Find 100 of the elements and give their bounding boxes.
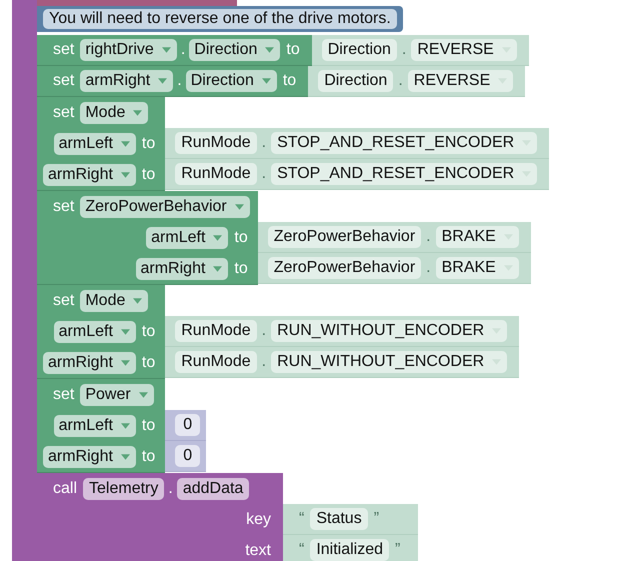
device-dropdown[interactable]: armRight [43, 352, 136, 374]
dot-separator: . [260, 165, 268, 183]
block-keyword: to [140, 354, 156, 372]
enum-value-dropdown[interactable]: RUN_WITHOUT_ENCODER [271, 351, 508, 373]
device-dropdown[interactable]: armRight [80, 70, 174, 92]
enum-value-block[interactable]: RunMode . RUN_WITHOUT_ENCODER [165, 316, 520, 347]
dropdown-arrow-icon [120, 172, 130, 178]
dropdown-arrow-icon [120, 454, 130, 460]
block-keyword: set [52, 386, 76, 404]
class-label: Telemetry [83, 478, 164, 500]
block-keyword: set [52, 104, 76, 122]
block-keyword: call [52, 480, 78, 498]
dropdown-arrow-icon [265, 47, 274, 53]
enum-value-block[interactable]: RunMode . STOP_AND_RESET_ENCODER [165, 128, 550, 159]
number-block[interactable]: 0 [165, 441, 206, 472]
device-dropdown[interactable]: armLeft [54, 414, 136, 436]
dot-separator: . [400, 41, 408, 59]
dropdown-arrow-icon [133, 110, 142, 116]
comment-text[interactable]: You will need to reverse one of the drive motors. [43, 9, 397, 29]
enum-value-dropdown[interactable]: RUN_WITHOUT_ENCODER [271, 320, 508, 342]
block-keyword: set [52, 72, 76, 90]
text-field[interactable]: Status [310, 508, 368, 530]
dropdown-arrow-icon [120, 140, 130, 146]
dropdown-arrow-icon [120, 328, 130, 334]
dot-separator: . [425, 259, 432, 277]
call-block[interactable]: call Telemetry . addData key text [37, 473, 283, 561]
enum-value-dropdown[interactable]: REVERSE [408, 70, 514, 92]
property-dropdown[interactable]: Power [80, 384, 154, 406]
dot-separator: . [425, 228, 432, 246]
enum-value-block[interactable]: RunMode . STOP_AND_RESET_ENCODER [165, 159, 550, 190]
dot-separator: . [260, 322, 268, 340]
dropdown-arrow-icon [213, 234, 222, 240]
quote-mark: “ [298, 510, 306, 528]
dot-separator: . [397, 72, 404, 90]
text-block[interactable]: “ Initialized ” [283, 535, 418, 561]
device-dropdown[interactable]: armLeft [54, 132, 136, 154]
device-dropdown[interactable]: armLeft [54, 320, 136, 342]
enum-class-label: Direction [322, 39, 397, 61]
text-block[interactable]: “ Status ” [283, 504, 418, 535]
property-dropdown[interactable]: Mode [80, 102, 148, 124]
block-keyword: to [285, 41, 301, 59]
dropdown-arrow-icon [262, 78, 271, 84]
dropdown-arrow-icon [213, 266, 222, 272]
device-dropdown[interactable]: armRight [136, 258, 228, 280]
device-dropdown[interactable]: rightDrive [80, 39, 177, 61]
argument-label: key [245, 510, 272, 528]
enum-class-label: RunMode [175, 132, 257, 154]
enum-value-block[interactable]: ZeroPowerBehavior . BRAKE [258, 253, 531, 284]
argument-label: text [244, 542, 272, 560]
dropdown-arrow-icon [138, 392, 148, 398]
enum-value-block[interactable]: RunMode . RUN_WITHOUT_ENCODER [165, 347, 520, 378]
block-keyword: to [282, 72, 298, 90]
block-keyword: to [140, 322, 156, 340]
dropdown-arrow-icon [158, 78, 168, 84]
quote-mark: ” [394, 541, 402, 559]
dot-separator: . [167, 480, 174, 498]
block-keyword: to [140, 416, 156, 434]
enum-class-label: RunMode [175, 351, 257, 373]
enum-value-dropdown[interactable]: REVERSE [411, 39, 517, 61]
dropdown-arrow-icon [133, 298, 142, 304]
enum-value-dropdown[interactable]: STOP_AND_RESET_ENCODER [271, 132, 538, 154]
block-keyword: to [140, 134, 156, 152]
block-keyword: to [140, 166, 156, 184]
block-keyword: set [52, 198, 76, 216]
quote-mark: “ [298, 541, 306, 559]
property-dropdown[interactable]: Direction [186, 70, 277, 92]
dropdown-arrow-icon [120, 360, 130, 366]
enum-value-block[interactable]: ZeroPowerBehavior . BRAKE [258, 222, 531, 253]
dropdown-arrow-icon [162, 47, 171, 53]
device-dropdown[interactable]: armLeft [146, 226, 228, 248]
enum-class-label: ZeroPowerBehavior [268, 226, 422, 248]
dropdown-arrow-icon [120, 422, 130, 428]
number-field[interactable]: 0 [175, 414, 200, 436]
set-block[interactable]: set rightDrive . Direction to [37, 35, 312, 66]
dropdown-arrow-icon [234, 204, 244, 210]
comment-block[interactable]: You will need to reverse one of the drive motors. [37, 6, 403, 32]
enum-value-block[interactable]: Direction . REVERSE [312, 35, 529, 66]
text-field[interactable]: Initialized [310, 539, 390, 561]
number-field[interactable]: 0 [175, 445, 200, 467]
block-keyword: set [52, 41, 76, 59]
dot-separator: . [260, 134, 268, 152]
enum-value-dropdown[interactable]: BRAKE [436, 226, 519, 248]
device-dropdown[interactable]: armRight [43, 446, 136, 468]
number-block[interactable]: 0 [165, 410, 206, 441]
device-dropdown[interactable]: armRight [43, 164, 136, 186]
dot-separator: . [180, 41, 186, 59]
enum-class-label: RunMode [175, 320, 257, 342]
block-keyword: set [52, 292, 76, 310]
quote-mark: ” [372, 510, 380, 528]
enum-class-label: Direction [318, 70, 394, 92]
method-label: addData [176, 478, 250, 500]
block-keyword: to [140, 448, 156, 466]
property-dropdown[interactable]: Direction [189, 39, 280, 61]
set-block[interactable]: set armRight . Direction to [37, 66, 308, 97]
enum-value-dropdown[interactable]: STOP_AND_RESET_ENCODER [271, 163, 538, 185]
property-dropdown[interactable]: Mode [80, 290, 148, 312]
property-dropdown[interactable]: ZeroPowerBehavior [80, 196, 250, 218]
enum-value-dropdown[interactable]: BRAKE [436, 257, 519, 279]
enum-value-block[interactable]: Direction . REVERSE [308, 66, 526, 97]
dot-separator: . [176, 72, 183, 90]
